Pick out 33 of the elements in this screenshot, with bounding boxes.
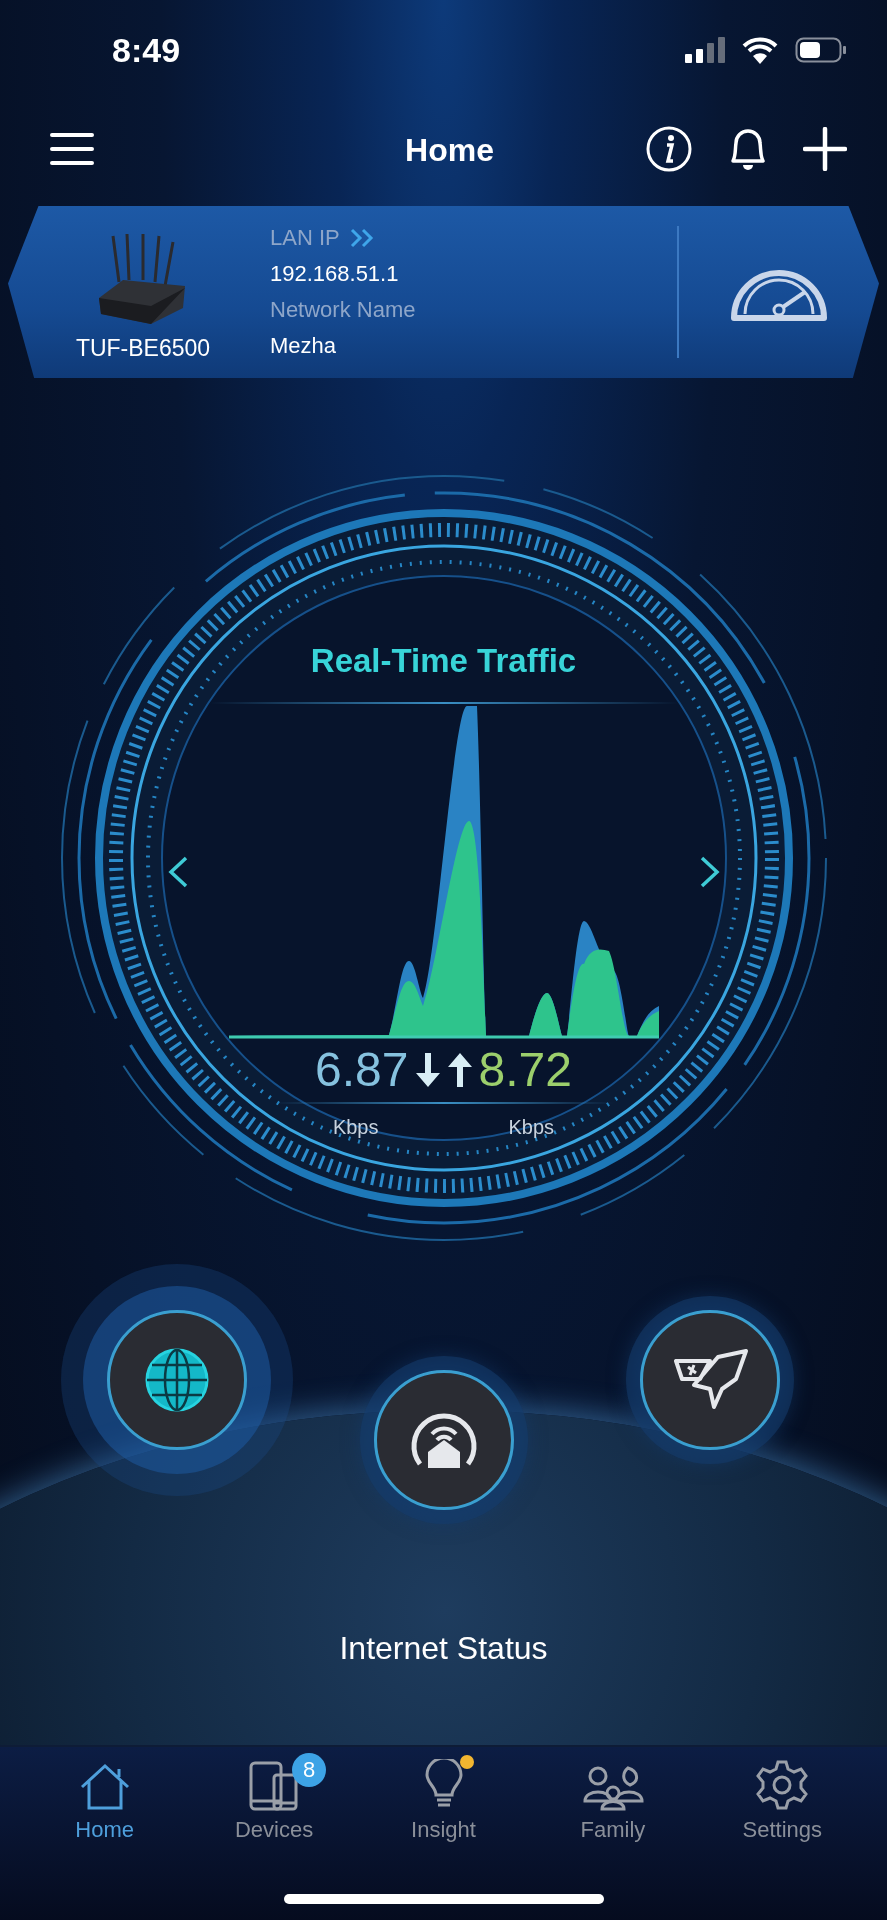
lan-ip-value: 192.168.51.1	[270, 261, 400, 287]
wifi-icon	[741, 36, 779, 64]
download-speed: 6.87	[315, 1042, 409, 1098]
page-title: Home	[404, 131, 495, 169]
nav-tab[interactable]: Home	[20, 1749, 190, 1843]
network-name-label: Network Name	[270, 297, 417, 323]
download-arrow-icon	[414, 1053, 441, 1087]
family-icon	[581, 1765, 644, 1811]
battery-icon	[795, 37, 847, 63]
rocket-action-button[interactable]	[640, 1310, 780, 1450]
internet-status-label: Internet Status	[338, 1630, 549, 1667]
download-unit: Kbps	[332, 1116, 379, 1139]
router-model: TUF-BE6500	[75, 335, 211, 362]
add-button[interactable]	[803, 126, 847, 174]
globe-icon	[144, 1347, 210, 1413]
nav-tab[interactable]: Insight	[358, 1749, 529, 1843]
traffic-title: Real-Time Traffic	[310, 641, 577, 681]
devices-icon	[248, 1761, 301, 1811]
nav-tab[interactable]: Family	[528, 1749, 698, 1843]
lan-ip-label: LAN IP	[270, 225, 340, 251]
upload-arrow-icon	[446, 1053, 473, 1087]
count-badge: 8	[292, 1753, 327, 1787]
nav-tab[interactable]: 8 Devices	[189, 1749, 359, 1843]
network-name-value: Mezha	[270, 333, 338, 359]
home-icon	[78, 1763, 131, 1811]
signal-icon	[685, 37, 725, 63]
settings-icon	[756, 1759, 809, 1811]
upload-speed: 8.72	[478, 1042, 572, 1098]
router-card[interactable]: TUF-BE6500 LAN IP 192.168.51.1 Network Name Mezha	[8, 206, 879, 378]
nav-tab[interactable]: Settings	[697, 1749, 868, 1843]
status-time: 8:49	[112, 30, 181, 70]
double-chevron-icon[interactable]	[349, 228, 376, 248]
upload-unit: Kbps	[508, 1116, 555, 1139]
